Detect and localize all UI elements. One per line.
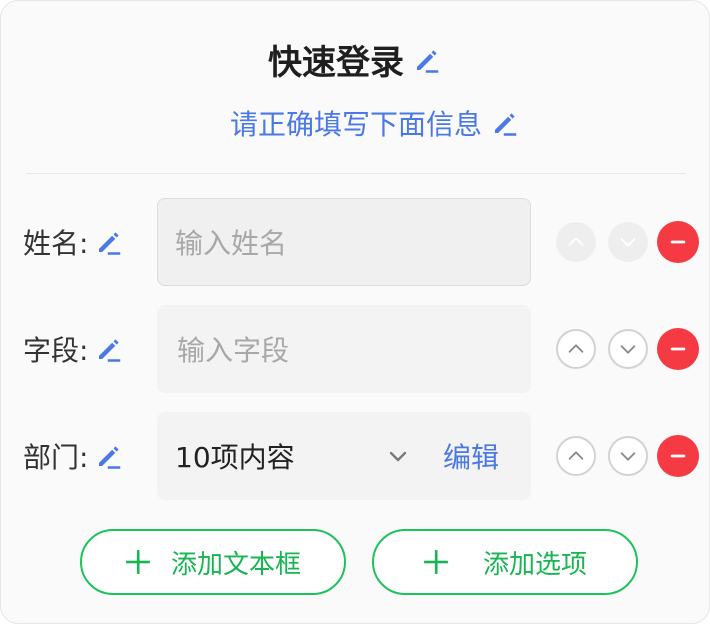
field-label-text: 字段: [23,334,89,367]
edit-title-pencil-icon[interactable] [412,45,442,75]
minus-icon [670,454,686,458]
quick-login-card: 快速登录 请正确填写下面信息 姓名: 输入姓名 字段: 输入字段 部门: 10项… [0,0,710,624]
move-down-button[interactable] [608,329,648,369]
edit-label-pencil-icon[interactable] [94,227,124,257]
move-up-button[interactable] [556,329,596,369]
minus-icon [670,347,686,351]
remove-field-button[interactable] [657,328,699,370]
minus-icon [670,240,686,244]
remove-field-button[interactable] [657,435,699,477]
plus-icon [126,550,150,574]
chevron-up-icon [568,237,584,246]
edit-options-link[interactable]: 编辑 [443,412,499,500]
form-subtitle-row: 请正确填写下面信息 [1,103,710,143]
name-input-placeholder: 输入姓名 [175,227,288,260]
field-label-department: 部门: [23,412,124,500]
chevron-up-icon [568,451,584,460]
move-down-button[interactable] [608,436,648,476]
custom-field-placeholder: 输入字段 [177,334,290,367]
header-divider [26,173,686,174]
form-subtitle: 请正确填写下面信息 [229,108,482,141]
select-value: 10项内容 [175,441,295,474]
edit-subtitle-pencil-icon[interactable] [490,108,520,138]
custom-field-input[interactable]: 输入字段 [157,305,531,393]
move-up-button[interactable] [556,436,596,476]
chevron-down-icon [620,345,636,354]
field-row-name: 姓名: 输入姓名 [1,198,709,286]
chevron-down-icon [620,452,636,461]
field-label-text: 姓名: [23,227,89,260]
field-label-name: 姓名: [23,198,124,286]
remove-field-button[interactable] [657,221,699,263]
field-label-text: 部门: [23,441,89,474]
form-title: 快速登录 [268,43,404,83]
chevron-down-icon [620,238,636,247]
chevron-down-icon[interactable] [386,444,410,468]
add-option-label: 添加选项 [482,549,587,580]
field-row-custom: 字段: 输入字段 [1,305,709,393]
move-down-button[interactable] [608,222,648,262]
move-up-button[interactable] [556,222,596,262]
field-row-department: 部门: 10项内容 编辑 [1,412,709,500]
plus-icon [424,550,448,574]
edit-label-pencil-icon[interactable] [94,334,124,364]
add-option-button[interactable]: 添加选项 [372,529,638,595]
add-text-box-label: 添加文本框 [170,549,301,580]
name-input[interactable]: 输入姓名 [157,198,531,286]
form-title-row: 快速登录 [1,35,709,84]
add-text-box-button[interactable]: 添加文本框 [80,529,346,595]
chevron-up-icon [568,344,584,353]
department-select[interactable]: 10项内容 编辑 [157,412,531,500]
field-label-custom: 字段: [23,305,124,393]
edit-label-pencil-icon[interactable] [94,441,124,471]
